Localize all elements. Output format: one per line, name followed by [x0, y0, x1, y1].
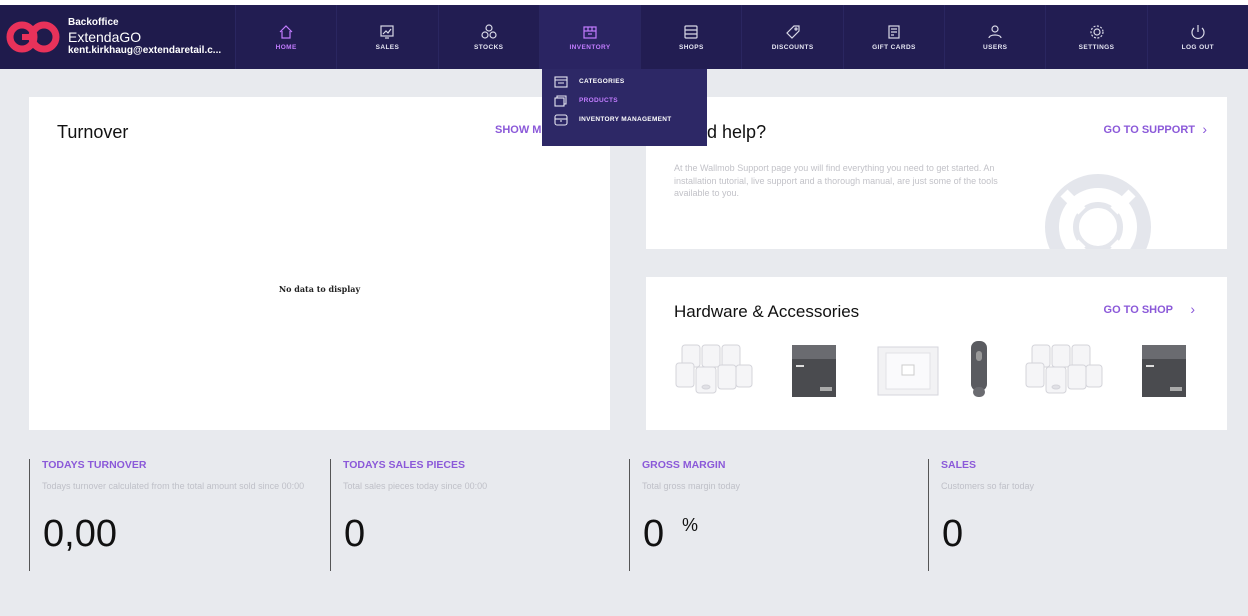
home-icon	[277, 23, 295, 41]
barcode-scanner-image[interactable]	[964, 337, 994, 407]
nav-log-out[interactable]: LOG OUT	[1146, 5, 1248, 69]
menu-item-label: INVENTORY MANAGEMENT	[579, 116, 672, 123]
products-icon	[554, 94, 568, 107]
tag-icon	[784, 23, 802, 41]
nav-label: DISCOUNTS	[771, 44, 814, 51]
receipt-printer-image[interactable]	[784, 337, 844, 407]
menu-item-label: CATEGORIES	[579, 78, 625, 85]
extendago-logo[interactable]	[6, 21, 60, 53]
inventory-dropdown-menu: CATEGORIES PRODUCTS INVENTORY MANAGEMENT	[542, 69, 707, 146]
power-icon	[1189, 23, 1207, 41]
go-to-support-link[interactable]: GO TO SUPPORT	[1104, 124, 1195, 136]
go-to-shop-link[interactable]: GO TO SHOP	[1104, 304, 1173, 316]
users-icon	[986, 23, 1004, 41]
menu-item-categories[interactable]: CATEGORIES	[542, 72, 707, 91]
nav-label: SALES	[375, 44, 400, 51]
nav-label: HOME	[275, 44, 297, 51]
main-nav: HOME SALES STOCKS INVENTORY SHOPS DISCOU…	[235, 5, 1248, 69]
nav-label: SHOPS	[678, 44, 704, 51]
stat-todays-sales-pieces: TODAYS SALES PIECES Total sales pieces t…	[330, 459, 610, 571]
inventory-management-icon	[554, 113, 568, 126]
nav-discounts[interactable]: DISCOUNTS	[741, 5, 843, 69]
nav-label: GIFT CARDS	[872, 44, 916, 51]
hardware-accessories-card: Hardware & Accessories GO TO SHOP ›	[646, 277, 1227, 430]
nav-users[interactable]: USERS	[944, 5, 1046, 69]
turnover-title: Turnover	[57, 122, 129, 142]
gear-icon	[1088, 23, 1106, 41]
nav-inventory[interactable]: INVENTORY	[538, 5, 641, 69]
nav-label: LOG OUT	[1181, 44, 1215, 51]
nav-label: STOCKS	[474, 44, 504, 51]
menu-item-label: PRODUCTS	[579, 97, 618, 104]
package-icon	[581, 23, 599, 41]
shop-icon	[682, 23, 700, 41]
stat-description: Customers so far today	[941, 481, 1035, 491]
stat-description: Total sales pieces today since 00:00	[343, 481, 488, 491]
nav-label: INVENTORY	[569, 44, 611, 51]
nav-home[interactable]: HOME	[235, 5, 337, 69]
stat-value: 0	[942, 513, 964, 555]
nav-settings[interactable]: SETTINGS	[1045, 5, 1147, 69]
product-carousel	[674, 337, 1227, 407]
brand-company-name: ExtendaGO	[68, 28, 142, 45]
receipt-paper-rolls-image[interactable]	[1024, 337, 1104, 407]
tablet-enclosure-image[interactable]	[874, 337, 944, 407]
nav-stocks[interactable]: STOCKS	[437, 5, 539, 69]
stat-sales: SALES Customers so far today 0	[928, 459, 1208, 571]
stat-value: 0	[344, 513, 366, 555]
menu-item-products[interactable]: PRODUCTS	[542, 91, 707, 110]
gift-card-icon	[885, 23, 903, 41]
stat-gross-margin: GROSS MARGIN Total gross margin today 0 …	[629, 459, 909, 571]
receipt-printer-image[interactable]	[1134, 337, 1194, 407]
chevron-right-icon[interactable]: ›	[1202, 121, 1207, 137]
need-help-description: At the Wallmob Support page you will fin…	[674, 163, 998, 199]
top-navigation-bar: Backoffice ExtendaGO kent.kirkhaug@exten…	[0, 0, 1248, 69]
receipt-paper-rolls-image[interactable]	[674, 337, 754, 407]
chart-icon	[378, 23, 396, 41]
stat-heading: TODAYS TURNOVER	[42, 459, 147, 471]
nav-label: USERS	[983, 44, 1008, 51]
boxes-icon	[480, 23, 498, 41]
nav-sales[interactable]: SALES	[336, 5, 438, 69]
no-data-message: No data to display	[278, 284, 361, 294]
stat-heading: SALES	[941, 459, 977, 471]
hardware-title: Hardware & Accessories	[674, 302, 860, 321]
brand: Backoffice ExtendaGO kent.kirkhaug@exten…	[0, 5, 235, 69]
need-help-card: Need help? GO TO SUPPORT › At the Wallmo…	[646, 97, 1227, 249]
nav-shops[interactable]: SHOPS	[640, 5, 742, 69]
stat-value: 0,00	[43, 513, 117, 555]
nav-label: SETTINGS	[1078, 44, 1115, 51]
nav-gift-cards[interactable]: GIFT CARDS	[842, 5, 945, 69]
percent-unit: %	[682, 515, 699, 535]
stat-value: 0	[643, 513, 665, 555]
stat-description: Todays turnover calculated from the tota…	[42, 481, 305, 491]
brand-text: Backoffice ExtendaGO kent.kirkhaug@exten…	[68, 17, 228, 56]
stat-todays-turnover: TODAYS TURNOVER Todays turnover calculat…	[29, 459, 309, 571]
stat-description: Total gross margin today	[642, 481, 741, 491]
lifebuoy-icon	[1045, 174, 1151, 249]
categories-icon	[554, 75, 568, 88]
turnover-card: Turnover SHOW MO No data to display	[29, 97, 610, 430]
chevron-right-icon[interactable]: ›	[1190, 301, 1195, 317]
stat-heading: TODAYS SALES PIECES	[343, 459, 465, 471]
menu-item-inventory-management[interactable]: INVENTORY MANAGEMENT	[542, 110, 707, 129]
stat-heading: GROSS MARGIN	[642, 459, 726, 471]
user-email: kent.kirkhaug@extendaretail.c...	[68, 45, 222, 57]
brand-backoffice-label: Backoffice	[68, 17, 119, 29]
